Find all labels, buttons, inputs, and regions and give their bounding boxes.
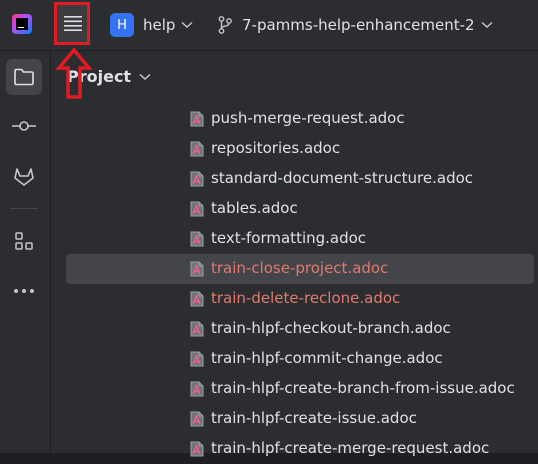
file-name: train-hlpf-create-merge-request.adoc [211,439,490,457]
more-tools-button[interactable] [6,273,42,309]
file-name: train-hlpf-create-issue.adoc [211,409,417,427]
file-name: train-hlpf-checkout-branch.adoc [211,319,451,337]
project-switcher[interactable]: H help [110,12,193,38]
file-tree-row[interactable]: train-hlpf-commit-change.adoc [66,344,534,374]
asciidoc-file-icon [190,141,204,157]
chevron-down-icon [181,21,193,29]
file-tree-row[interactable]: train-hlpf-create-issue.adoc [66,404,534,434]
asciidoc-file-icon [190,201,204,217]
structure-icon [15,232,33,250]
file-name: train-delete-reclone.adoc [211,289,401,307]
asciidoc-file-icon [190,321,204,337]
file-name: push-merge-request.adoc [211,109,405,127]
file-tree-row[interactable]: tables.adoc [66,194,534,224]
toolstrip-divider [10,208,38,209]
file-tree-row[interactable]: text-formatting.adoc [66,224,534,254]
file-name: standard-document-structure.adoc [211,169,474,187]
project-name: help [143,16,176,34]
asciidoc-file-icon [190,351,204,367]
file-tree-row[interactable]: repositories.adoc [66,134,534,164]
asciidoc-file-icon [190,411,204,427]
asciidoc-file-icon [190,171,204,187]
asciidoc-file-icon [190,441,204,457]
branch-icon [218,16,232,34]
file-name: text-formatting.adoc [211,229,367,247]
hamburger-icon [64,16,82,31]
file-name: train-close-project.adoc [211,259,389,277]
commit-icon [12,121,36,131]
file-tree-row[interactable]: standard-document-structure.adoc [66,164,534,194]
structure-tool-button[interactable] [6,223,42,259]
project-avatar: H [110,13,134,37]
gitlab-tool-button[interactable] [6,159,42,195]
chevron-down-icon [481,21,493,29]
chevron-down-icon [139,73,151,80]
gitlab-icon [14,168,34,186]
branch-switcher[interactable]: 7-pamms-help-enhancement-2 [218,12,493,38]
app-logo-icon[interactable] [12,14,32,34]
asciidoc-file-icon [190,261,204,277]
asciidoc-file-icon [190,111,204,127]
file-tree-row[interactable]: train-delete-reclone.adoc [66,284,534,314]
annotation-arrow-icon [56,48,92,99]
main-menu-button[interactable] [54,2,90,45]
more-icon [14,289,34,293]
asciidoc-file-icon [190,291,204,307]
file-name: train-hlpf-commit-change.adoc [211,349,443,367]
main-toolbar: H help 7-pamms-help-enhancement-2 [0,0,538,51]
asciidoc-file-icon [190,231,204,247]
file-tree-row[interactable]: train-hlpf-create-merge-request.adoc [66,434,534,464]
file-tree-row[interactable]: train-close-project.adoc [66,254,534,284]
project-tool-button[interactable] [6,59,42,95]
folder-icon [14,68,34,86]
project-tool-window: Project push-merge-request.adoc repositor… [51,51,538,457]
file-tree-row[interactable]: push-merge-request.adoc [66,104,534,134]
file-name: train-hlpf-create-branch-from-issue.adoc [211,379,515,397]
file-name: repositories.adoc [211,139,341,157]
file-tree-row[interactable]: train-hlpf-create-branch-from-issue.adoc [66,374,534,404]
asciidoc-file-icon [190,381,204,397]
commit-tool-button[interactable] [6,108,42,144]
file-name: tables.adoc [211,199,298,217]
tool-window-strip [0,51,51,453]
branch-name: 7-pamms-help-enhancement-2 [242,16,475,34]
file-tree-row[interactable]: train-hlpf-checkout-branch.adoc [66,314,534,344]
